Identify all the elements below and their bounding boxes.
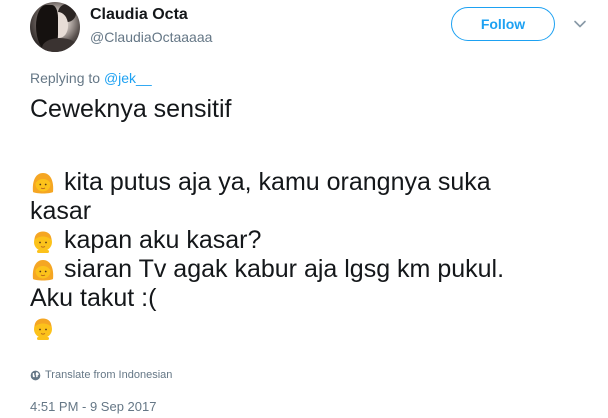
display-name[interactable]: Claudia Octa: [90, 6, 188, 24]
mention-link[interactable]: @jek__: [104, 70, 152, 86]
tweet-line-text: kasar: [30, 197, 92, 225]
replying-to: Replying to @jek__: [30, 70, 152, 86]
tweet-line-text: kita putus aja ya, kamu orangnya suka: [64, 168, 491, 196]
follow-button[interactable]: Follow: [451, 7, 555, 41]
tweet-text: Ceweknya sensitif kita putus aja ya, kam…: [30, 95, 590, 342]
tweet-line: kapan aku kasar?: [30, 226, 590, 255]
user-handle[interactable]: @ClaudiaOctaaaaa: [90, 29, 212, 45]
translate-link[interactable]: Translate from Indonesian: [30, 369, 172, 381]
boy-emoji-icon: [34, 231, 52, 253]
boy-emoji-icon: [34, 318, 52, 340]
tweet-line-text: kapan aku kasar?: [64, 226, 262, 254]
tweet-timestamp[interactable]: 4:51 PM - 9 Sep 2017: [30, 399, 156, 414]
tweet-line-text: Ceweknya sensitif: [30, 95, 232, 123]
tweet-line: kita putus aja ya, kamu orangnya suka: [30, 168, 590, 197]
replying-to-label: Replying to: [30, 70, 101, 86]
tweet-header: Claudia Octa @ClaudiaOctaaaaa Follow: [0, 0, 608, 60]
girl-emoji-icon: [32, 259, 54, 280]
tweet-line: [30, 313, 590, 342]
avatar-shoulder: [42, 38, 78, 52]
tweet-line: siaran Tv agak kabur aja lgsg km pukul.: [30, 255, 590, 284]
tweet-line: kasar: [30, 197, 590, 226]
tweet-line: Ceweknya sensitif: [30, 95, 590, 124]
translate-label: Translate from Indonesian: [45, 369, 173, 381]
tweet-line: Aku takut :(: [30, 284, 590, 313]
avatar[interactable]: [30, 2, 80, 52]
tweet-line-text: Aku takut :(: [30, 284, 157, 312]
chevron-down-icon[interactable]: [572, 16, 588, 32]
globe-icon: [30, 370, 41, 380]
girl-emoji-icon: [32, 172, 54, 193]
tweet-line-text: siaran Tv agak kabur aja lgsg km pukul.: [64, 255, 505, 283]
